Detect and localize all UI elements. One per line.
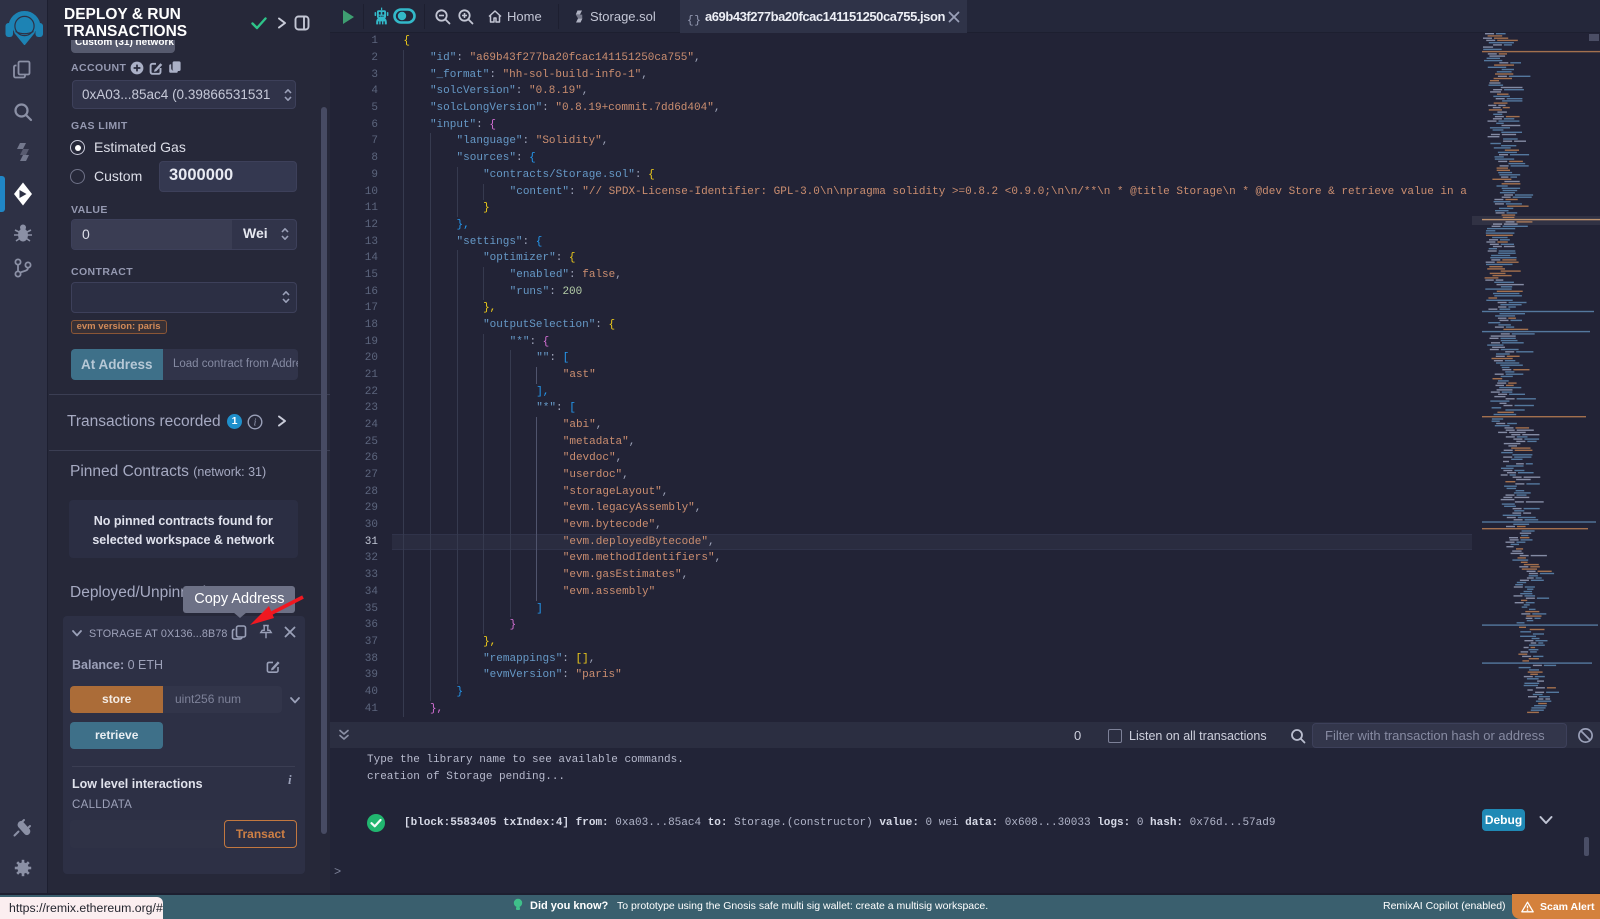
svg-text:i: i [254, 417, 257, 428]
